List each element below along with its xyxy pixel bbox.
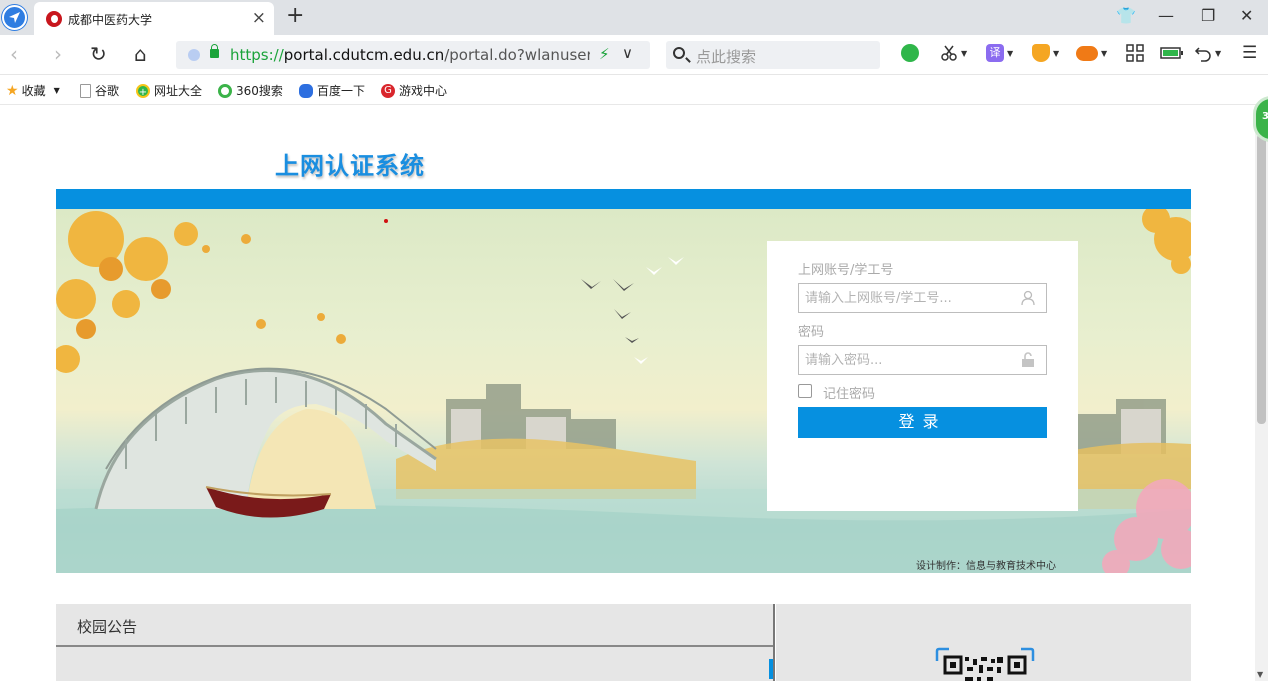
reload-button[interactable]: ↻ <box>90 43 107 65</box>
chevron-down-icon: ▼ <box>53 86 60 95</box>
remember-label[interactable]: 记住密码 <box>823 383 875 402</box>
login-form: 上网账号/学工号 密码 记住密码 登录 <box>767 241 1078 511</box>
password-label: 密码 <box>798 325 825 340</box>
speed-mode-icon[interactable]: ⚡ <box>599 45 610 63</box>
url-path: /portal.do?wlanuserip= <box>444 46 590 64</box>
browser-logo-icon[interactable] <box>2 5 27 30</box>
bookmark-google[interactable]: 谷歌 <box>80 82 119 99</box>
game-center-icon: G <box>381 83 395 98</box>
baidu-paw-icon <box>299 83 313 98</box>
lock-icon[interactable] <box>210 44 219 58</box>
web-page: 上网认证系统 设计制作：信息与教育技术中心 上网账号/学工号 请输入上网账号/学… <box>0 106 1255 681</box>
bookmarks-bar: ★ 收藏 ▼ 谷歌 + 网址大全 360搜索 百度一下 G 游戏中心 <box>0 76 1268 105</box>
lock-icon <box>1022 352 1034 367</box>
back-button[interactable]: ‹ <box>10 43 18 65</box>
design-credit: 设计制作：信息与教育技术中心 <box>916 561 1056 572</box>
restore-button[interactable]: ❐ <box>1201 6 1215 25</box>
wechat-icon[interactable] <box>901 43 919 63</box>
university-favicon-icon <box>46 11 62 27</box>
notice-panel: 校园公告 <box>56 604 775 681</box>
bookmark-360-search[interactable]: 360搜索 <box>218 82 283 99</box>
remember-checkbox[interactable] <box>798 384 812 398</box>
star-icon: ★ <box>6 82 19 99</box>
bookmark-label: 网址大全 <box>154 84 203 98</box>
account-label: 上网账号/学工号 <box>798 263 894 278</box>
bookmark-game-center[interactable]: G 游戏中心 <box>381 82 447 99</box>
browser-toolbar: ‹ › ↻ ⌂ https://portal.cdutcm.edu.cn/por… <box>0 35 1268 75</box>
browser-tab-bar: 成都中医药大学 × + 👕 — ❐ ✕ <box>0 0 1268 35</box>
page-scrollbar[interactable]: ▼ <box>1255 106 1268 681</box>
skin-icon[interactable]: 👕 <box>1116 6 1136 25</box>
compass-icon: + <box>136 83 150 98</box>
home-button[interactable]: ⌂ <box>134 43 147 65</box>
gamepad-icon[interactable]: ▼ <box>1076 43 1107 63</box>
url-scheme: https:// <box>230 46 284 64</box>
notice-scroll-indicator <box>769 659 773 679</box>
url-text[interactable]: https://portal.cdutcm.edu.cn/portal.do?w… <box>230 46 590 64</box>
bookmark-label: 游戏中心 <box>399 84 448 98</box>
security-shield-icon[interactable] <box>188 49 200 61</box>
tab-active[interactable]: 成都中医药大学 × <box>34 2 274 35</box>
chevron-down-icon[interactable]: ∨ <box>622 44 633 62</box>
new-tab-button[interactable]: + <box>286 3 304 28</box>
bookmark-label: 收藏 <box>21 84 46 98</box>
url-host: portal.cdutcm.edu.cn <box>283 46 445 64</box>
search-icon <box>673 47 685 59</box>
tab-close-icon[interactable]: × <box>252 8 266 28</box>
address-bar[interactable]: https://portal.cdutcm.edu.cn/portal.do?w… <box>176 41 650 69</box>
close-window-button[interactable]: ✕ <box>1240 6 1253 25</box>
360-search-icon <box>218 83 232 98</box>
notice-header: 校园公告 <box>56 604 773 647</box>
screenshot-icon[interactable]: ▼ <box>940 43 967 63</box>
user-icon <box>1021 290 1035 306</box>
account-input[interactable] <box>798 283 1047 313</box>
apps-grid-icon[interactable] <box>1125 43 1145 63</box>
undo-icon[interactable]: ▼ <box>1194 43 1221 63</box>
bookmark-baidu[interactable]: 百度一下 <box>299 82 365 99</box>
page-icon <box>80 83 91 98</box>
forward-button[interactable]: › <box>54 43 62 65</box>
qr-panel <box>776 604 1191 681</box>
bookmark-favorites[interactable]: ★ 收藏 ▼ <box>6 82 60 99</box>
bookmark-label: 谷歌 <box>95 84 120 98</box>
battery-icon[interactable] <box>1160 43 1184 63</box>
qr-code-icon <box>935 647 1035 681</box>
password-input[interactable] <box>798 345 1047 375</box>
page-title: 上网认证系统 <box>275 152 425 180</box>
search-box[interactable]: 点此搜索 <box>666 41 880 69</box>
bookmark-label: 百度一下 <box>317 84 366 98</box>
scroll-down-icon[interactable]: ▼ <box>1257 670 1263 679</box>
header-strip <box>56 189 1191 209</box>
translate-icon[interactable]: 译 ▼ <box>986 43 1013 63</box>
bookmark-label: 360搜索 <box>236 84 283 98</box>
tab-title: 成都中医药大学 <box>68 13 153 27</box>
search-placeholder: 点此搜索 <box>696 48 757 66</box>
shield-icon[interactable]: ▼ <box>1032 43 1059 63</box>
minimize-button[interactable]: — <box>1158 6 1174 25</box>
menu-icon[interactable]: ☰ <box>1242 43 1257 63</box>
login-button[interactable]: 登录 <box>798 407 1047 438</box>
notice-title: 校园公告 <box>77 618 138 636</box>
bookmark-url-directory[interactable]: + 网址大全 <box>136 82 202 99</box>
scroll-thumb[interactable] <box>1257 134 1266 424</box>
